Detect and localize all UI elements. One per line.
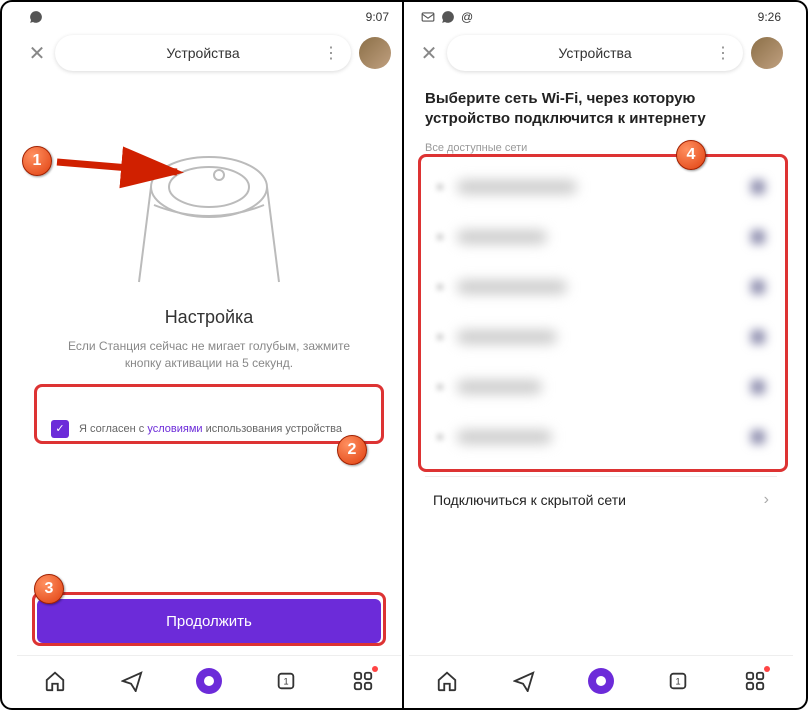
- nav-home-icon[interactable]: [434, 668, 460, 694]
- status-bar: 9:07: [17, 5, 401, 29]
- phone-divider: [402, 2, 404, 708]
- phone-screen-right: @ 9:26 ✕ Устройства ⋮ Выберите сеть Wi-F…: [409, 5, 793, 705]
- nav-alice-icon[interactable]: [588, 668, 614, 694]
- phone-screen-left: 9:07 ✕ Устройства ⋮ Настройка Если С: [17, 5, 401, 705]
- avatar[interactable]: [751, 37, 783, 69]
- header-title: Устройства: [558, 45, 631, 61]
- svg-text:1: 1: [283, 676, 288, 686]
- bottom-nav: 1: [17, 655, 401, 705]
- nav-services-icon[interactable]: [350, 668, 376, 694]
- wifi-heading: Выберите сеть Wi-Fi, через которую устро…: [425, 89, 777, 128]
- header-pill[interactable]: Устройства ⋮: [55, 35, 351, 71]
- at-icon: @: [461, 10, 473, 24]
- whatsapp-icon: [441, 10, 455, 24]
- whatsapp-icon: [29, 10, 43, 24]
- header-pill[interactable]: Устройства ⋮: [447, 35, 743, 71]
- status-bar: @ 9:26: [409, 5, 793, 29]
- bottom-nav: 1: [409, 655, 793, 705]
- setup-description: Если Станция сейчас не мигает голубым, з…: [33, 338, 385, 372]
- chevron-right-icon: ›: [764, 491, 769, 509]
- status-time: 9:26: [758, 10, 781, 24]
- wifi-network-item[interactable]: [425, 212, 777, 262]
- header-row: ✕ Устройства ⋮: [17, 29, 401, 77]
- wifi-subheading: Все доступные сети: [425, 142, 777, 154]
- wifi-network-item[interactable]: [425, 262, 777, 312]
- nav-tabs-icon[interactable]: 1: [273, 668, 299, 694]
- mail-icon: [421, 10, 435, 24]
- terms-row[interactable]: ✓ Я согласен с условиями использования у…: [37, 402, 381, 456]
- wifi-network-item[interactable]: [425, 412, 777, 462]
- nav-send-icon[interactable]: [119, 668, 145, 694]
- terms-link[interactable]: условиями: [147, 423, 202, 435]
- terms-text: Я согласен с условиями использования уст…: [79, 423, 342, 435]
- status-time: 9:07: [366, 10, 389, 24]
- terms-checkbox[interactable]: ✓: [51, 420, 69, 438]
- nav-home-icon[interactable]: [42, 668, 68, 694]
- tutorial-frame: 9:07 ✕ Устройства ⋮ Настройка Если С: [0, 0, 808, 710]
- nav-alice-icon[interactable]: [196, 668, 222, 694]
- wifi-network-item[interactable]: [425, 362, 777, 412]
- avatar[interactable]: [359, 37, 391, 69]
- wifi-list: [425, 162, 777, 462]
- nav-tabs-icon[interactable]: 1: [665, 668, 691, 694]
- nav-send-icon[interactable]: [511, 668, 537, 694]
- header-row: ✕ Устройства ⋮: [409, 29, 793, 77]
- setup-content: Настройка Если Станция сейчас не мигает …: [17, 127, 401, 456]
- hidden-network-button[interactable]: Подключиться к скрытой сети ›: [425, 476, 777, 523]
- wifi-network-item[interactable]: [425, 162, 777, 212]
- nav-services-icon[interactable]: [742, 668, 768, 694]
- more-icon[interactable]: ⋮: [323, 43, 339, 63]
- wifi-network-item[interactable]: [425, 312, 777, 362]
- more-icon[interactable]: ⋮: [715, 43, 731, 63]
- continue-button[interactable]: Продолжить: [37, 599, 381, 643]
- close-icon[interactable]: ✕: [419, 41, 439, 66]
- wifi-content: Выберите сеть Wi-Fi, через которую устро…: [409, 77, 793, 523]
- setup-title: Настройка: [33, 307, 385, 328]
- close-icon[interactable]: ✕: [27, 41, 47, 66]
- svg-text:1: 1: [675, 676, 680, 686]
- device-illustration: [119, 127, 299, 287]
- header-title: Устройства: [166, 45, 239, 61]
